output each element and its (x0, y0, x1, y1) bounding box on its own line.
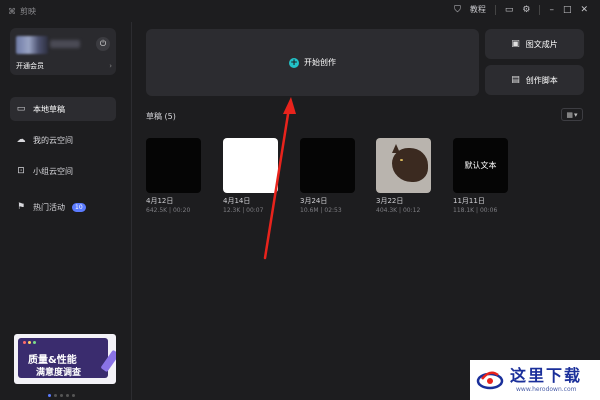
thumbnail-text: 默认文本 (464, 161, 497, 170)
view-mode-toggle[interactable]: ▦ ▾ (561, 108, 583, 121)
chevron-down-icon: ▾ (574, 110, 578, 119)
settings-gear-icon[interactable]: ⚙ (522, 5, 530, 15)
start-creating-label: 开始创作 (304, 58, 336, 67)
draft-thumbnail[interactable] (223, 138, 278, 193)
window-dots (23, 341, 36, 344)
draft-duration: 02:53 (324, 207, 342, 214)
draft-thumbnail[interactable]: 默认文本 (453, 138, 508, 193)
pager-dot[interactable] (48, 394, 51, 397)
plus-icon: + (289, 57, 299, 68)
vip-row[interactable]: 开通会员 › (16, 60, 112, 71)
draft-size: 12.3K (223, 207, 241, 214)
image-to-video-label: 图文成片 (525, 39, 558, 49)
script-document-icon: ▤ (511, 75, 520, 85)
sidebar: ⏻ 开通会员 › ▭ 本地草稿 ☁ 我的云空间 ⊡ 小组云空间 ⚑ 热门活动 1… (0, 22, 132, 400)
promo-line1: 质量&性能 (28, 355, 77, 366)
promo-pager[interactable] (48, 394, 75, 397)
sidebar-item-local-drafts[interactable]: ▭ 本地草稿 (10, 97, 116, 121)
close-button[interactable]: ✕ (580, 5, 588, 15)
draft-card[interactable]: 3月24日 10.6M | 02:53 (300, 138, 355, 214)
draft-card[interactable]: 4月14日 12.3K | 00:07 (223, 138, 278, 214)
draft-duration: 00:12 (402, 207, 421, 214)
start-creating-button[interactable]: + 开始创作 (146, 29, 479, 96)
promo-line2: 满意度调查 (36, 368, 82, 378)
username-blurred (50, 40, 80, 48)
app-name: 剪映 (20, 7, 36, 16)
flag-icon: ⚑ (16, 202, 26, 212)
draft-size: 118.1K (453, 207, 475, 214)
titlebar: ⌘ 剪映 ⛉ 教程 ▭ ⚙ – □ ✕ (0, 0, 600, 22)
creation-script-label: 创作脚本 (525, 75, 558, 85)
draft-date: 4月12日 (146, 197, 174, 205)
logout-icon[interactable]: ⏻ (96, 37, 110, 51)
maximize-button[interactable]: □ (563, 5, 572, 15)
draft-size: 10.6M (300, 207, 319, 214)
draft-size: 642.5K (146, 207, 168, 214)
draft-meta: 10.6M | 02:53 (300, 207, 355, 214)
draft-card[interactable]: 3月22日 404.3K | 00:12 (376, 138, 431, 214)
sidebar-item-label: 本地草稿 (33, 104, 65, 114)
vip-label: 开通会员 (16, 61, 44, 70)
titlebar-controls: ⛉ 教程 ▭ ⚙ – □ ✕ (454, 4, 588, 15)
draft-meta: 642.5K | 00:20 (146, 207, 201, 214)
watermark-logo (476, 371, 504, 390)
app-logo: ⌘ 剪映 (8, 6, 36, 17)
monitor-icon: ▭ (16, 104, 26, 114)
draft-thumbnail-cat-photo[interactable] (376, 138, 431, 193)
feedback-icon[interactable]: ▭ (505, 5, 514, 15)
draft-card[interactable]: 默认文本 11月11日 118.1K | 00:06 (453, 138, 508, 214)
promo-window: 质量&性能 满意度调查 (18, 338, 108, 378)
chevron-right-icon: › (109, 61, 112, 70)
draft-size: 404.3K (376, 207, 398, 214)
draft-card[interactable]: 4月12日 642.5K | 00:20 (146, 138, 201, 214)
pager-dot[interactable] (66, 394, 69, 397)
draft-meta: 118.1K | 00:06 (453, 207, 508, 214)
cat-eye (400, 159, 403, 161)
draft-duration: 00:07 (246, 207, 264, 214)
draft-date: 4月14日 (223, 197, 251, 205)
pager-dot[interactable] (60, 394, 63, 397)
graduation-cap-icon[interactable]: ⛉ (454, 5, 461, 15)
image-to-video-button[interactable]: ▣ 图文成片 (485, 29, 584, 59)
draft-meta: 404.3K | 00:12 (376, 207, 431, 214)
sidebar-item-group-cloud[interactable]: ⊡ 小组云空间 (10, 159, 116, 183)
sidebar-item-label: 热门活动 (33, 202, 65, 212)
watermark-url: www.herodown.com (516, 386, 577, 393)
avatar[interactable] (16, 36, 48, 54)
user-card[interactable]: ⏻ 开通会员 › (10, 28, 116, 75)
sidebar-item-hot-events[interactable]: ⚑ 热门活动 10 (10, 195, 116, 219)
minimize-button[interactable]: – (549, 5, 554, 15)
draft-duration: 00:20 (172, 207, 191, 214)
draft-date: 11月11日 (453, 197, 485, 205)
creation-script-button[interactable]: ▤ 创作脚本 (485, 65, 584, 95)
pager-dot[interactable] (72, 394, 75, 397)
site-watermark: 这里下载 www.herodown.com (470, 360, 600, 400)
main-panel: + 开始创作 ▣ 图文成片 ▤ 创作脚本 草稿 (5) ▦ ▾ 4月12日 64… (133, 22, 600, 400)
sidebar-item-label: 小组云空间 (33, 166, 73, 176)
draft-meta: 12.3K | 00:07 (223, 207, 278, 214)
draft-date: 3月22日 (376, 197, 404, 205)
draft-date: 3月24日 (300, 197, 328, 205)
grid-view-icon: ▦ (566, 110, 574, 119)
drafts-title: 草稿 (5) (146, 112, 176, 121)
cloud-icon: ☁ (16, 135, 26, 145)
divider (539, 4, 541, 15)
draft-thumbnail[interactable] (300, 138, 355, 193)
notification-badge: 10 (72, 202, 86, 212)
sidebar-item-my-cloud[interactable]: ☁ 我的云空间 (10, 128, 116, 152)
group-icon: ⊡ (17, 166, 25, 176)
app-window: ⌘ 剪映 ⛉ 教程 ▭ ⚙ – □ ✕ ⏻ 开通会员 › ▭ 本地草稿 ☁ 我的… (0, 0, 600, 400)
watermark-text: 这里下载 (510, 366, 583, 385)
cat-shape (392, 148, 428, 182)
tutorial-link[interactable]: 教程 (470, 4, 486, 15)
sidebar-item-label: 我的云空间 (33, 135, 73, 145)
divider (494, 4, 496, 15)
pager-dot[interactable] (54, 394, 57, 397)
draft-duration: 00:06 (479, 207, 498, 214)
promo-banner[interactable]: 质量&性能 满意度调查 (14, 334, 116, 384)
capcut-logo-icon: ⌘ (8, 7, 16, 16)
image-text-icon: ▣ (511, 39, 520, 49)
draft-thumbnail[interactable] (146, 138, 201, 193)
